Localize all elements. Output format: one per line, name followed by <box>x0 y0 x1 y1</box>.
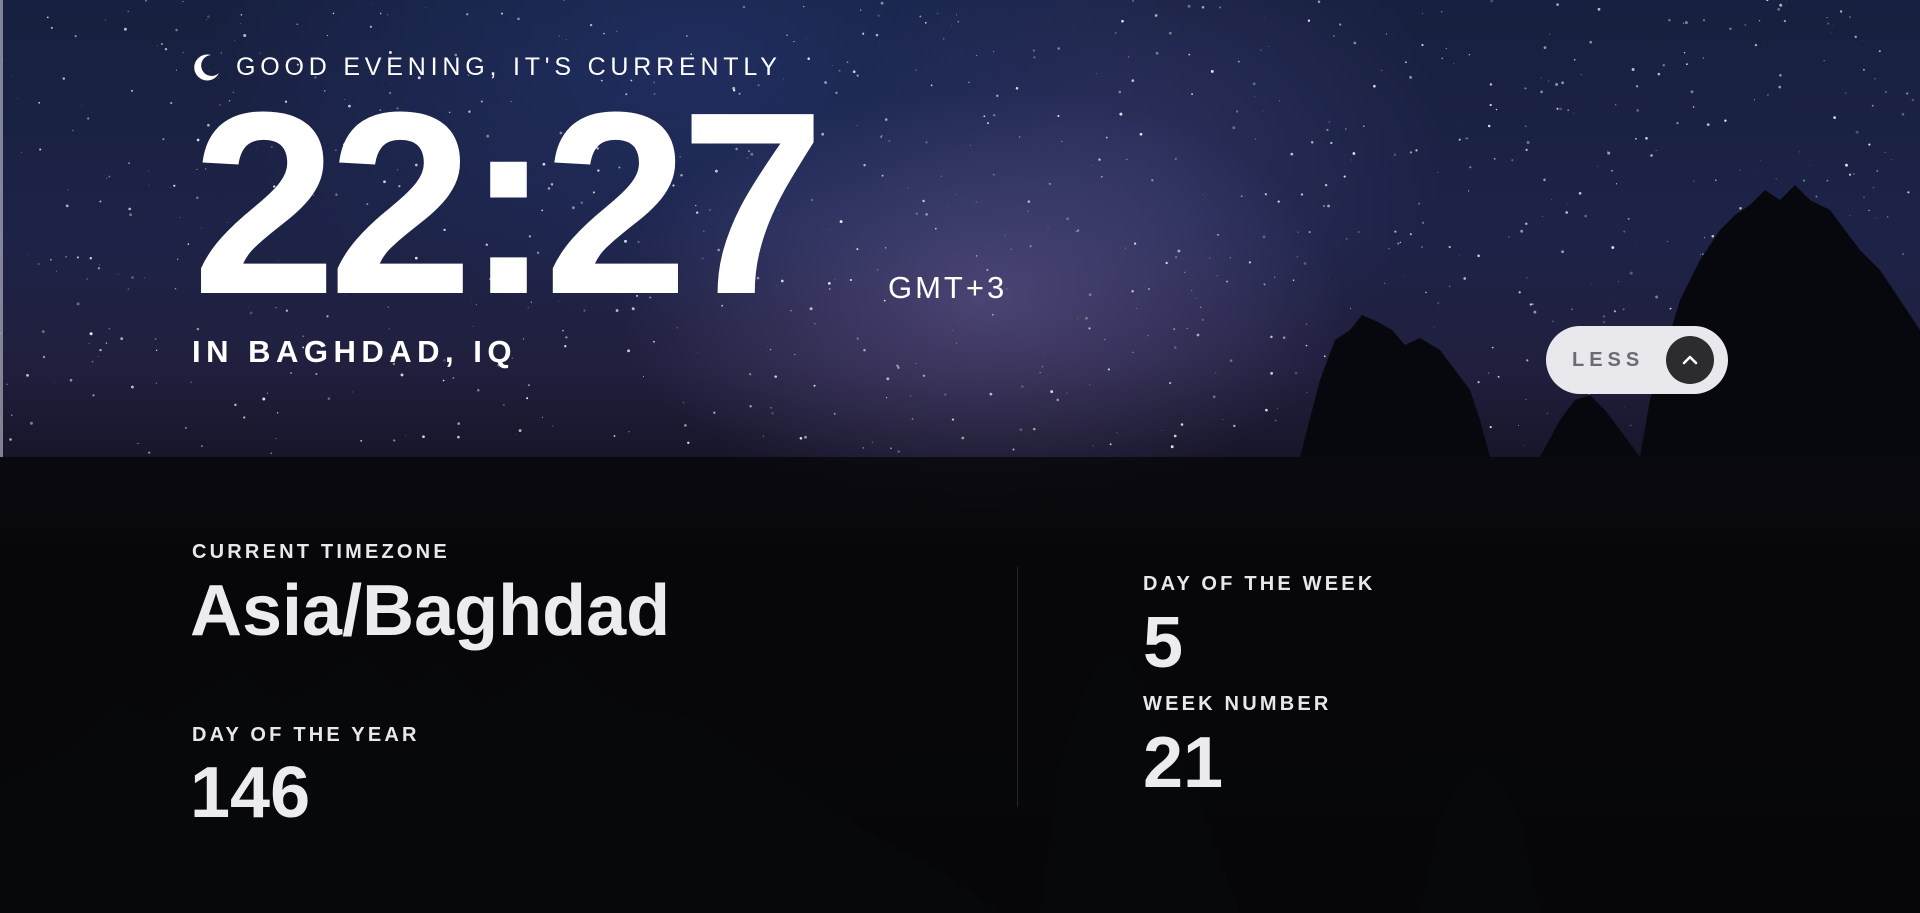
window-edge <box>0 0 3 457</box>
panel-divider <box>1017 567 1018 807</box>
timezone-label: CURRENT TIMEZONE <box>192 541 450 563</box>
details-panel <box>0 457 1920 913</box>
day-of-year-label: DAY OF THE YEAR <box>192 724 420 746</box>
week-number-label: WEEK NUMBER <box>1143 693 1332 715</box>
less-button[interactable]: LESS <box>1546 326 1728 394</box>
current-time: 22:27 <box>192 59 825 349</box>
day-of-year-value: 146 <box>190 753 311 833</box>
chevron-up-icon <box>1666 336 1714 384</box>
less-button-label: LESS <box>1572 348 1645 371</box>
clock-app: GOOD EVENING, IT'S CURRENTLY 22:27 GMT+3… <box>0 0 1920 913</box>
timezone-abbreviation: GMT+3 <box>888 270 1008 305</box>
timezone-value: Asia/Baghdad <box>190 571 671 651</box>
day-of-week-value: 5 <box>1143 603 1184 683</box>
week-number-value: 21 <box>1143 723 1224 803</box>
day-of-week-label: DAY OF THE WEEK <box>1143 573 1376 595</box>
location: IN BAGHDAD, IQ <box>192 334 517 369</box>
